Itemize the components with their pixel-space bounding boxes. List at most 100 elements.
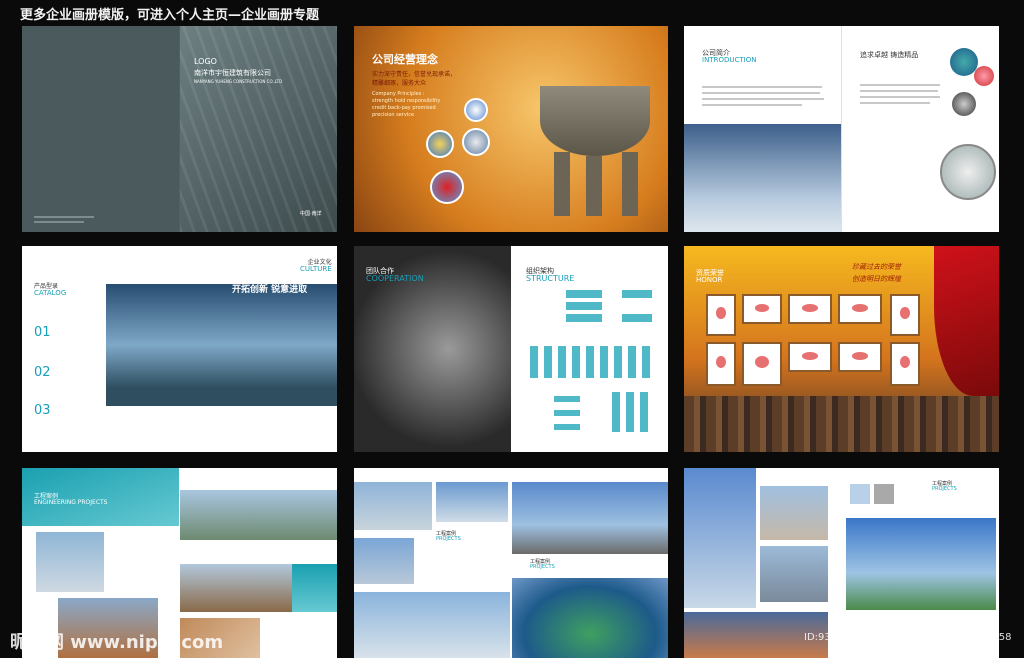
building-photo: [760, 546, 828, 602]
intro-title-en: INTRODUCTION: [702, 56, 757, 65]
philosophy-line: 精雕细琢，服务大众: [372, 80, 427, 87]
building-photo: [354, 538, 414, 584]
org-chart-node: [586, 346, 594, 378]
item-number: 02: [34, 365, 51, 380]
org-title: 组织架构 STRUCTURE: [526, 267, 575, 284]
principle-en: Company Principles :: [372, 91, 425, 97]
building-photo: [846, 518, 996, 610]
org-chart-node: [554, 410, 580, 416]
project-en: PROJECTS: [436, 536, 461, 543]
text-line: [702, 92, 820, 94]
certificate-frame: [742, 342, 782, 386]
round-photo: [430, 170, 464, 204]
material-swatch: [874, 484, 894, 504]
honor-title: 资质荣誉 HONOR: [696, 269, 724, 285]
image-id-text: ID:9353120 NO:20140715114108657358: [804, 632, 1012, 643]
red-flag: [934, 246, 999, 396]
globe-image: [940, 144, 996, 200]
round-photo: [426, 130, 454, 158]
bronze-ding-image: [540, 86, 650, 156]
text-line: [860, 90, 938, 92]
text-line: [860, 96, 940, 98]
tower-photo: [684, 468, 756, 608]
org-chart-node: [622, 314, 652, 322]
team-en: COOPERATION: [366, 274, 424, 284]
principle-en: strength hold responsibility: [372, 98, 441, 104]
org-chart-node: [642, 346, 650, 378]
project-en: PROJECTS: [530, 564, 555, 571]
org-chart-node: [566, 302, 602, 310]
text-line: [702, 86, 822, 88]
org-chart-node: [530, 346, 538, 378]
text-line: [860, 84, 940, 86]
principle-en: credit back-pay promised: [372, 105, 436, 111]
project-title: 工程案例 PROJECTS: [436, 531, 461, 543]
honor-en: HONOR: [696, 276, 723, 285]
introduction-spread: 公司简介 INTRODUCTION 追求卓越 铸造精品: [684, 26, 999, 232]
text-line: [702, 104, 802, 106]
org-chart-node: [622, 290, 652, 298]
location-text: 中国·南洋: [300, 211, 322, 217]
org-chart-node: [572, 346, 580, 378]
certificate-frame: [890, 342, 920, 386]
org-chart-node: [554, 396, 580, 402]
building-photo: [180, 564, 292, 612]
org-chart-node: [640, 392, 648, 432]
catalog-culture-spread: 产品型录 CATALOG 01 02 03 企业文化 CULTURE 开拓创新 …: [22, 246, 337, 452]
project-title: 工程案例 PROJECTS: [530, 559, 555, 571]
org-chart-node: [628, 346, 636, 378]
building-photo: [436, 482, 508, 522]
building-photo: [180, 490, 337, 540]
honor-slogan: 珍藏过去的荣誉: [852, 263, 901, 271]
building-photo: [292, 564, 337, 612]
project-en: PROJECTS: [932, 486, 957, 493]
org-chart-node: [554, 424, 580, 430]
certificate-frame: [742, 294, 782, 324]
org-chart-node: [626, 392, 634, 432]
building-photo: [36, 532, 104, 592]
org-chart-node: [558, 346, 566, 378]
company-name-en: NANYANG YUHENG CONSTRUCTION CO.,LTD: [194, 79, 283, 84]
certificate-frame: [706, 294, 736, 336]
projects-spread-3: 工程案例 PROJECTS: [684, 468, 999, 658]
round-photo: [464, 98, 488, 122]
org-chart-node: [544, 346, 552, 378]
org-chart-node: [614, 346, 622, 378]
city-skyline: [684, 396, 999, 452]
honor-spread: 资质荣誉 HONOR 珍藏过去的荣誉 创造明日的辉煌: [684, 246, 999, 452]
catalog-en: CATALOG: [34, 289, 67, 298]
site-watermark: 昵图网 www.nipic.com: [10, 632, 224, 653]
culture-photo: [106, 284, 337, 406]
principle-en: precision service: [372, 112, 415, 118]
team-structure-spread: 团队合作 COOPERATION 组织架构 STRUCTURE: [354, 246, 668, 452]
statue-photo: [354, 592, 510, 658]
projects-spread-2: 工程案例 PROJECTS 工程案例 PROJECTS: [354, 468, 668, 658]
material-swatch: [850, 484, 870, 504]
logo-text: LOGO: [194, 57, 217, 66]
slogan-text: 追求卓越 铸造精品: [860, 51, 919, 59]
org-en: STRUCTURE: [526, 274, 575, 284]
contact-line: [34, 216, 94, 218]
culture-slogan: 开拓创新 锐意进取: [232, 285, 308, 295]
round-photo: [974, 66, 994, 86]
org-chart-node: [566, 290, 602, 298]
ding-leg: [554, 152, 570, 216]
project-en: ENGINEERING PROJECTS: [34, 499, 108, 507]
brochure-cover-spread: LOGO 南洋市宇恒建筑有限公司 NANYANG YUHENG CONSTRUC…: [22, 26, 337, 232]
catalog-title: 产品型录 CATALOG: [34, 283, 67, 298]
round-photo: [462, 128, 490, 156]
item-number: 03: [34, 403, 51, 418]
certificate-frame: [706, 342, 736, 386]
philosophy-title: 公司经营理念: [372, 53, 438, 66]
philosophy-spread: 公司经营理念 实力深守责任，信誉兑现承诺， 精雕细琢，服务大众 Company …: [354, 26, 668, 232]
honor-slogan: 创造明日的辉煌: [852, 275, 901, 283]
building-photo: [512, 482, 668, 554]
culture-title: 企业文化 CULTURE: [300, 259, 332, 274]
round-photo: [952, 92, 976, 116]
philosophy-line: 实力深守责任，信誉兑现承诺，: [372, 71, 457, 78]
building-photo: [354, 482, 432, 530]
page-fold: [841, 26, 842, 232]
ding-leg: [622, 152, 638, 216]
text-line: [860, 102, 930, 104]
company-name: 南洋市宇恒建筑有限公司: [194, 69, 271, 77]
